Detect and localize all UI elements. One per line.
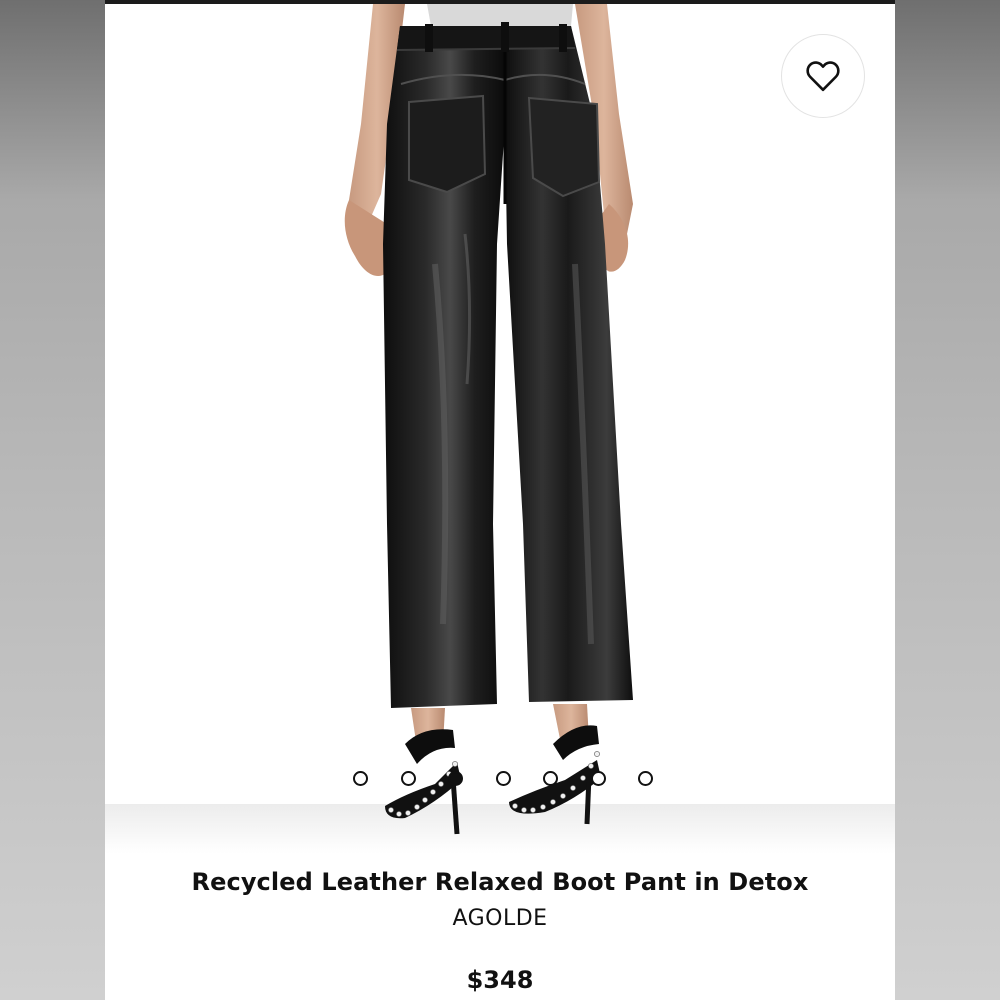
carousel-dot[interactable]: [400, 770, 416, 786]
carousel-dot[interactable]: [353, 770, 368, 786]
carousel-dot[interactable]: [495, 770, 511, 786]
brand-name[interactable]: AGOLDE: [105, 906, 895, 931]
carousel-dot[interactable]: [543, 770, 558, 786]
product-card: Recycled Leather Relaxed Boot Pant in De…: [105, 4, 895, 1000]
left-blurred-background: [0, 0, 105, 1000]
carousel-dot-active[interactable]: [448, 770, 463, 786]
carousel-dot[interactable]: [638, 770, 653, 786]
product-price: $348: [466, 966, 534, 994]
product-image[interactable]: [105, 4, 895, 854]
heart-outline-icon: [806, 61, 840, 92]
carousel-dot[interactable]: [590, 770, 606, 786]
right-blurred-background: [895, 0, 1000, 1000]
wishlist-button[interactable]: [781, 34, 865, 118]
carousel-dots: [353, 770, 653, 786]
product-title: Recycled Leather Relaxed Boot Pant in De…: [191, 868, 809, 896]
